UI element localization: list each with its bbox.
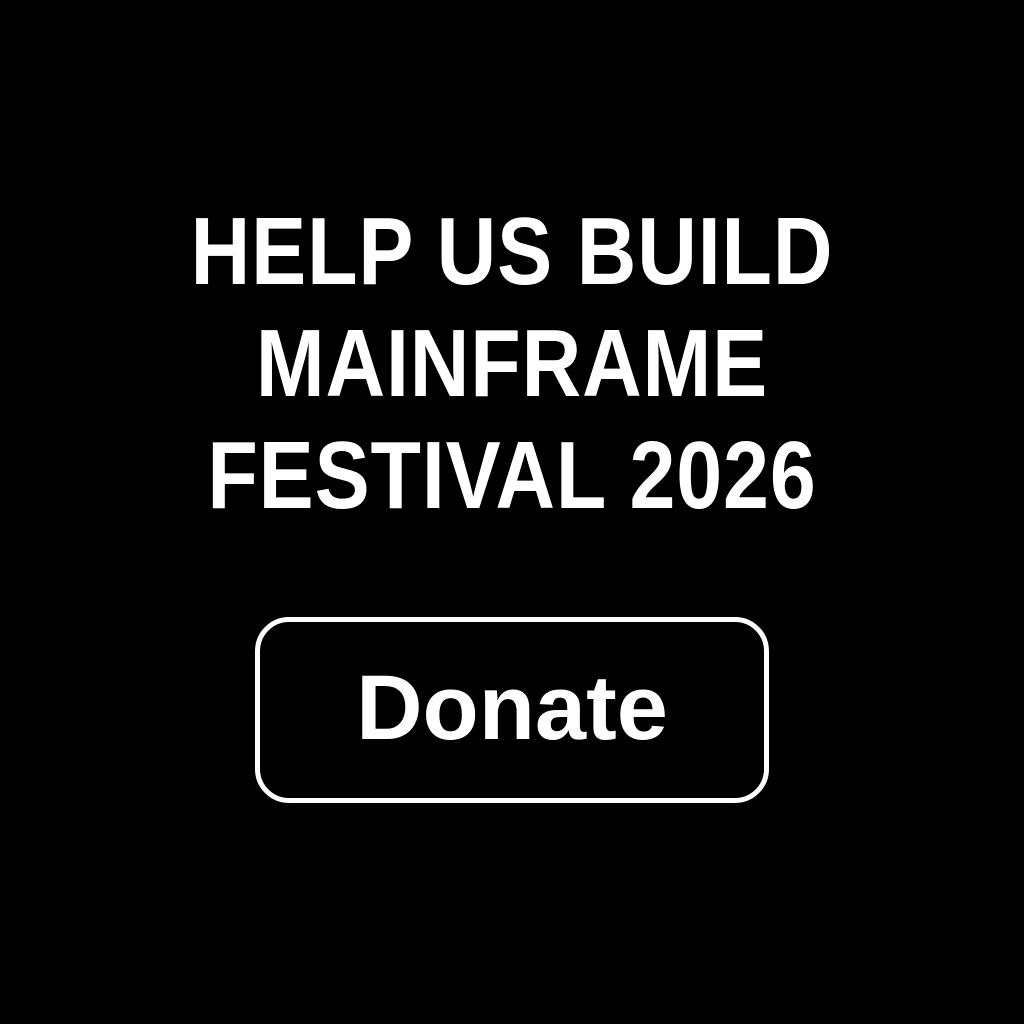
donate-button[interactable]: Donate bbox=[255, 617, 769, 803]
headline-line-3: FESTIVAL 2026 bbox=[207, 422, 817, 529]
donate-button-label: Donate bbox=[356, 657, 668, 759]
headline-line-2: MAINFRAME bbox=[255, 310, 769, 417]
headline: HELP US BUILD MAINFRAME FESTIVAL 2026 bbox=[72, 196, 953, 532]
donation-page: HELP US BUILD MAINFRAME FESTIVAL 2026 Do… bbox=[0, 0, 1024, 1024]
headline-line-1: HELP US BUILD bbox=[190, 198, 834, 305]
